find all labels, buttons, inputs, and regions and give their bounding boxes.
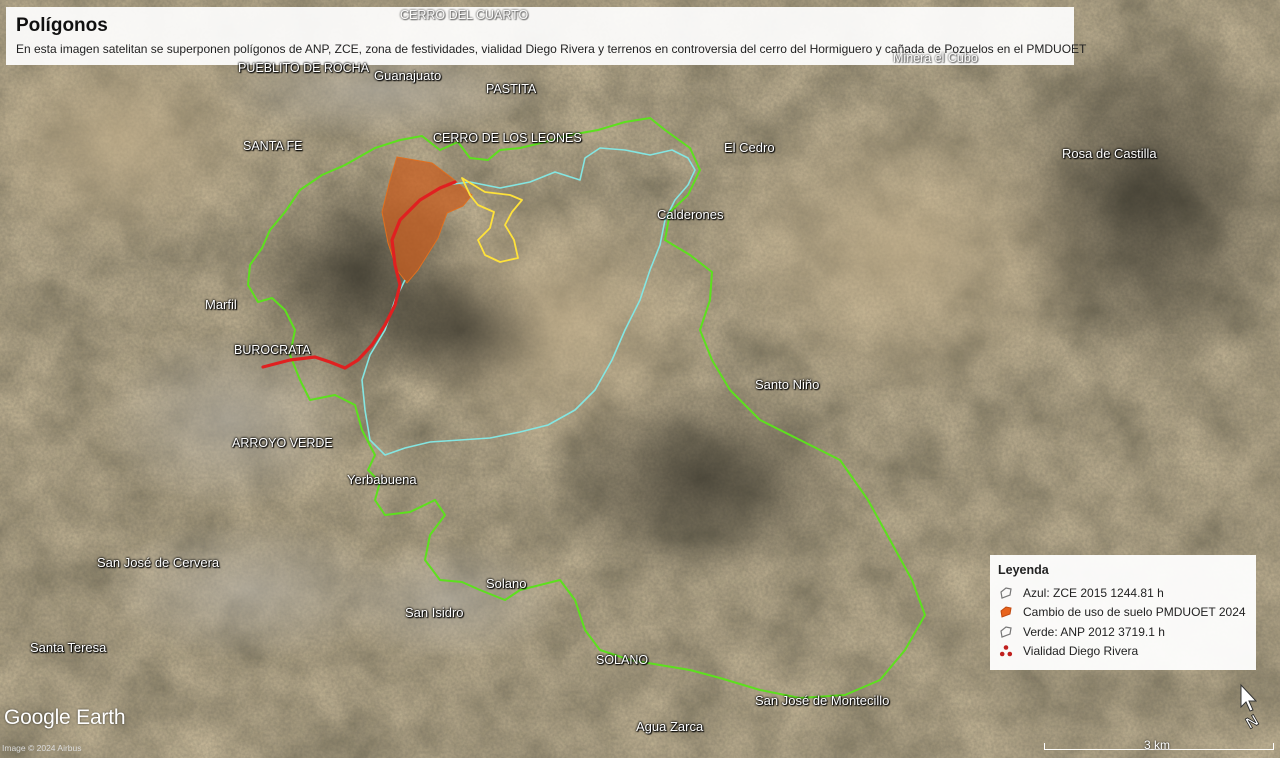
red-path-icon bbox=[998, 644, 1014, 658]
place-label: Calderones bbox=[657, 207, 724, 222]
place-label: San José de Montecillo bbox=[755, 693, 890, 708]
outline-polygon-icon bbox=[998, 586, 1014, 600]
place-label: SOLANO bbox=[596, 653, 649, 667]
imagery-credit: Image © 2024 Airbus bbox=[2, 743, 82, 753]
legend-title: Leyenda bbox=[998, 563, 1049, 577]
place-label: ARROYO VERDE bbox=[232, 436, 333, 450]
legend-item[interactable]: Azul: ZCE 2015 1244.81 h bbox=[998, 583, 1248, 603]
place-label: Marfil bbox=[205, 297, 237, 312]
place-label: CERRO DEL CUARTO bbox=[400, 8, 529, 22]
legend-item-label: Verde: ANP 2012 3719.1 h bbox=[1023, 624, 1165, 639]
page-title: Polígonos bbox=[16, 15, 108, 36]
place-label: BUROCRATA bbox=[234, 343, 311, 357]
outline-polygon-icon bbox=[998, 625, 1014, 639]
place-label: SANTA FE bbox=[243, 139, 303, 153]
scale-label: 3 km bbox=[1144, 738, 1171, 752]
place-label: Agua Zarca bbox=[636, 719, 704, 734]
legend-item-label: Vialidad Diego Rivera bbox=[1023, 644, 1139, 659]
legend-item[interactable]: Verde: ANP 2012 3719.1 h bbox=[998, 622, 1248, 642]
place-label: Santo Niño bbox=[755, 377, 820, 392]
place-label: Yerbabuena bbox=[347, 472, 417, 487]
legend-item[interactable]: Cambio de uso de suelo PMDUOET 2024 bbox=[998, 603, 1248, 623]
place-label: San Isidro bbox=[405, 605, 464, 620]
place-label: Rosa de Castilla bbox=[1062, 146, 1157, 161]
place-label: Minera el Cubo bbox=[893, 51, 978, 65]
legend-item-label: Azul: ZCE 2015 1244.81 h bbox=[1023, 585, 1164, 600]
legend-item-label: Cambio de uso de suelo PMDUOET 2024 bbox=[1023, 605, 1246, 620]
place-label: Solano bbox=[486, 576, 527, 591]
place-label: PUEBLITO DE ROCHA bbox=[238, 61, 370, 75]
place-label: Santa Teresa bbox=[30, 640, 107, 655]
legend-item[interactable]: Vialidad Diego Rivera bbox=[998, 642, 1248, 662]
svg-text:N: N bbox=[1243, 712, 1262, 731]
place-label: CERRO DE LOS LEONES bbox=[433, 131, 582, 145]
place-label: San José de Cervera bbox=[97, 555, 220, 570]
legend-panel: Leyenda Azul: ZCE 2015 1244.81 h Cambio … bbox=[990, 555, 1256, 670]
orange-polygon-icon bbox=[998, 605, 1014, 619]
north-arrow-icon[interactable]: N bbox=[1236, 683, 1268, 733]
place-label: PASTITA bbox=[486, 82, 537, 96]
scale-bar: 3 km bbox=[1044, 738, 1274, 752]
google-earth-logo: Google Earth bbox=[4, 706, 126, 729]
place-label: Guanajuato bbox=[374, 68, 442, 83]
place-label: El Cedro bbox=[724, 140, 775, 155]
